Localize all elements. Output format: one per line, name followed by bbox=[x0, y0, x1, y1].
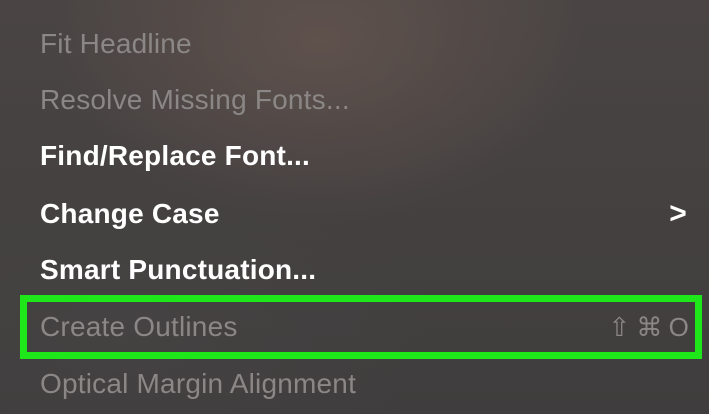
context-menu: Fit Headline Resolve Missing Fonts... Fi… bbox=[0, 0, 709, 414]
menu-item-label: Change Case bbox=[40, 198, 220, 229]
keyboard-shortcut: ⇧ ⌘ O bbox=[608, 312, 689, 343]
menu-item-label: Fit Headline bbox=[40, 28, 192, 59]
menu-item-smart-punctuation[interactable]: Smart Punctuation... bbox=[0, 242, 709, 298]
menu-item-label: Find/Replace Font... bbox=[40, 140, 311, 171]
menu-item-label: Optical Margin Alignment bbox=[40, 368, 357, 399]
menu-item-label: Create Outlines bbox=[40, 311, 238, 342]
menu-item-resolve-missing-fonts: Resolve Missing Fonts... bbox=[0, 72, 709, 128]
chevron-right-icon: > bbox=[669, 197, 687, 230]
menu-item-label: Resolve Missing Fonts... bbox=[40, 84, 350, 115]
menu-item-change-case[interactable]: Change Case > bbox=[0, 186, 709, 242]
menu-item-optical-margin-alignment: Optical Margin Alignment bbox=[0, 356, 709, 412]
menu-item-fit-headline: Fit Headline bbox=[0, 16, 709, 72]
menu-item-create-outlines: Create Outlines ⇧ ⌘ O bbox=[0, 299, 709, 355]
shift-key-icon: ⇧ bbox=[608, 311, 631, 342]
menu-item-label: Smart Punctuation... bbox=[40, 254, 317, 285]
menu-item-find-replace-font[interactable]: Find/Replace Font... bbox=[0, 128, 709, 184]
command-key-icon: ⌘ bbox=[636, 311, 663, 342]
shortcut-key: O bbox=[668, 311, 689, 342]
